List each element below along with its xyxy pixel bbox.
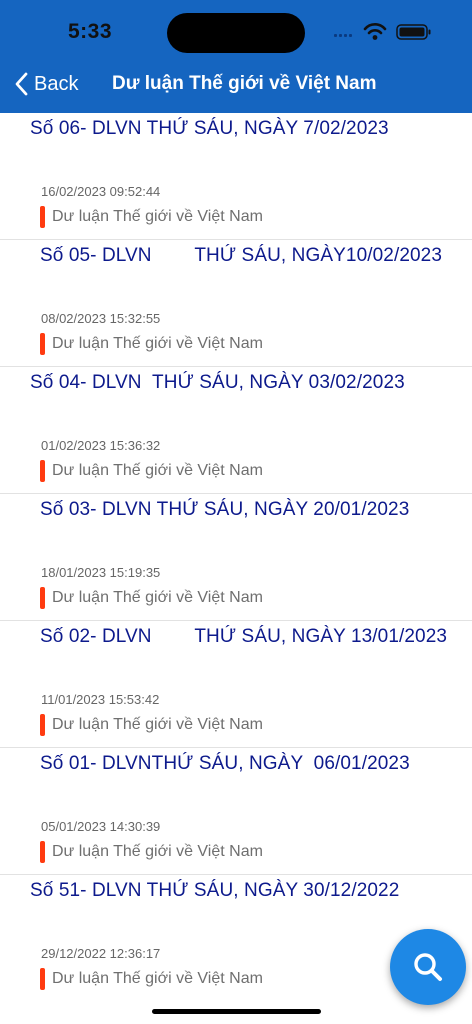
status-time: 5:33: [68, 20, 113, 43]
category-marker: [40, 206, 45, 228]
battery-icon: [396, 24, 431, 40]
list-item[interactable]: Số 01- DLVNTHỨ SÁU, NGÀY 06/01/2023 05/0…: [0, 748, 472, 875]
cellular-signal-icon: [334, 34, 352, 37]
article-category: Dư luận Thế giới về Việt Nam: [40, 206, 263, 228]
article-title: Số 01- DLVNTHỨ SÁU, NGÀY 06/01/2023: [40, 753, 410, 774]
article-category: Dư luận Thế giới về Việt Nam: [40, 841, 263, 863]
category-label: Dư luận Thế giới về Việt Nam: [52, 970, 263, 987]
category-label: Dư luận Thế giới về Việt Nam: [52, 462, 263, 479]
page-title: Dư luận Thế giới về Việt Nam: [112, 73, 377, 94]
app-header: 5:33 Back Dư luận Thế giới về Việt Nam: [0, 0, 472, 113]
category-label: Dư luận Thế giới về Việt Nam: [52, 335, 263, 352]
list-item[interactable]: Số 06- DLVN THỨ SÁU, NGÀY 7/02/2023 16/0…: [0, 113, 472, 240]
article-category: Dư luận Thế giới về Việt Nam: [40, 714, 263, 736]
category-label: Dư luận Thế giới về Việt Nam: [52, 716, 263, 733]
home-indicator: [152, 1009, 321, 1014]
status-icons: [334, 23, 431, 40]
list-item[interactable]: Số 04- DLVN THỨ SÁU, NGÀY 03/02/2023 01/…: [0, 367, 472, 494]
category-marker: [40, 587, 45, 609]
list-item[interactable]: Số 03- DLVN THỨ SÁU, NGÀY 20/01/2023 18/…: [0, 494, 472, 621]
article-date: 16/02/2023 09:52:44: [41, 184, 161, 199]
category-label: Dư luận Thế giới về Việt Nam: [52, 208, 263, 225]
back-label: Back: [34, 72, 79, 95]
chevron-left-icon: [15, 72, 28, 96]
wifi-icon: [363, 23, 387, 40]
list-item[interactable]: Số 02- DLVN THỨ SÁU, NGÀY 13/01/2023 11/…: [0, 621, 472, 748]
category-marker: [40, 968, 45, 990]
category-marker: [40, 460, 45, 482]
category-label: Dư luận Thế giới về Việt Nam: [52, 589, 263, 606]
search-button[interactable]: [390, 929, 466, 1005]
article-date: 29/12/2022 12:36:17: [41, 946, 161, 961]
category-marker: [40, 714, 45, 736]
article-title: Số 05- DLVN THỨ SÁU, NGÀY10/02/2023: [40, 245, 443, 266]
list-item[interactable]: Số 05- DLVN THỨ SÁU, NGÀY10/02/2023 08/0…: [0, 240, 472, 367]
article-category: Dư luận Thế giới về Việt Nam: [40, 460, 263, 482]
article-date: 08/02/2023 15:32:55: [41, 311, 161, 326]
search-icon: [414, 953, 442, 981]
article-date: 05/01/2023 14:30:39: [41, 819, 161, 834]
article-date: 01/02/2023 15:36:32: [41, 438, 161, 453]
article-title: Số 02- DLVN THỨ SÁU, NGÀY 13/01/2023: [40, 626, 448, 647]
article-title: Số 51- DLVN THỨ SÁU, NGÀY 30/12/2022: [30, 880, 400, 901]
article-date: 11/01/2023 15:53:42: [41, 692, 160, 707]
navigation-bar: Back Dư luận Thế giới về Việt Nam: [0, 62, 472, 106]
category-label: Dư luận Thế giới về Việt Nam: [52, 843, 263, 860]
back-button[interactable]: Back: [14, 62, 78, 106]
article-date: 18/01/2023 15:19:35: [41, 565, 161, 580]
article-category: Dư luận Thế giới về Việt Nam: [40, 333, 263, 355]
article-title: Số 06- DLVN THỨ SÁU, NGÀY 7/02/2023: [30, 118, 389, 139]
category-marker: [40, 841, 45, 863]
dynamic-island: [167, 13, 305, 53]
article-list: Số 06- DLVN THỨ SÁU, NGÀY 7/02/2023 16/0…: [0, 113, 472, 1001]
article-category: Dư luận Thế giới về Việt Nam: [40, 587, 263, 609]
article-category: Dư luận Thế giới về Việt Nam: [40, 968, 263, 990]
article-title: Số 04- DLVN THỨ SÁU, NGÀY 03/02/2023: [30, 372, 405, 393]
category-marker: [40, 333, 45, 355]
article-title: Số 03- DLVN THỨ SÁU, NGÀY 20/01/2023: [40, 499, 410, 520]
